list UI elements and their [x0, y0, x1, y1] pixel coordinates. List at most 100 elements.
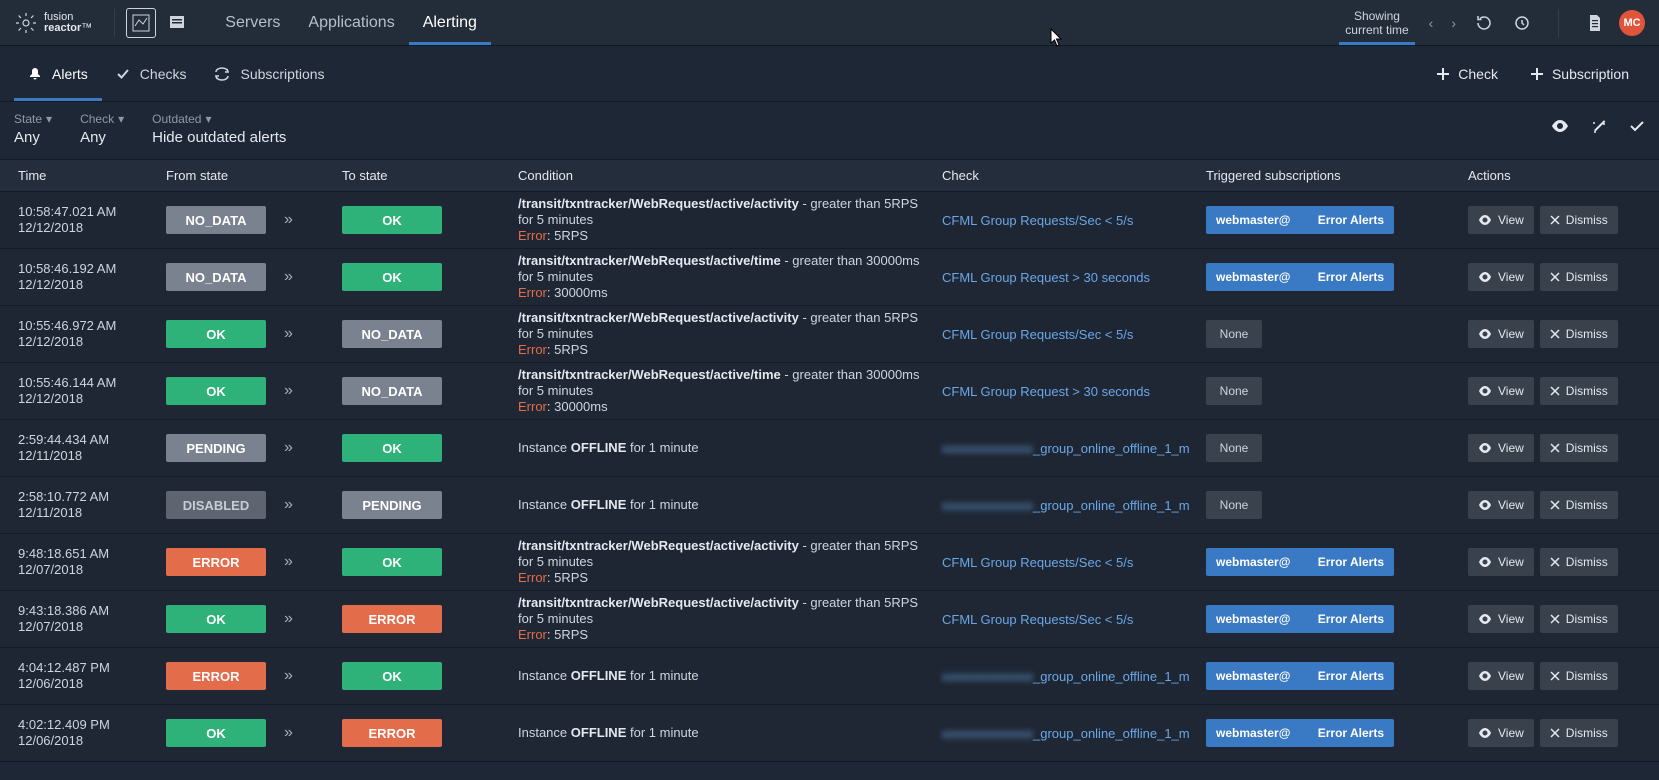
subscription-none: None	[1206, 377, 1262, 405]
table-row: 9:43:18.386 AM12/07/2018OK»ERROR/transit…	[0, 591, 1659, 648]
nav-alerting[interactable]: Alerting	[409, 0, 491, 45]
dismiss-button[interactable]: Dismiss	[1540, 206, 1618, 234]
dismiss-button[interactable]: Dismiss	[1540, 377, 1618, 405]
dismiss-button[interactable]: Dismiss	[1540, 320, 1618, 348]
arrow-icon: »	[284, 496, 293, 514]
check-link[interactable]: CFML Group Requests/Sec < 5/s	[942, 213, 1133, 228]
notes-icon[interactable]	[163, 9, 191, 37]
subtabs: Alerts Checks Subscriptions Check Subscr…	[0, 46, 1659, 102]
dashboard-icon[interactable]	[127, 9, 155, 37]
subtab-subscriptions[interactable]: Subscriptions	[200, 46, 338, 101]
state-badge: OK	[342, 662, 442, 690]
view-button[interactable]: View	[1468, 719, 1534, 747]
col-check[interactable]: Check	[936, 168, 1200, 183]
checkmark-icon[interactable]	[1629, 120, 1645, 136]
subtab-alerts[interactable]: Alerts	[14, 46, 102, 101]
logo[interactable]: fusionreactor™	[14, 11, 92, 35]
cell-check: xxxxxxxxxxxxxx_group_online_offline_1_m	[936, 726, 1200, 741]
dismiss-button[interactable]: Dismiss	[1540, 434, 1618, 462]
nav-applications[interactable]: Applications	[294, 0, 408, 45]
cell-time: 10:58:47.021 AM12/12/2018	[0, 204, 160, 236]
col-trig[interactable]: Triggered subscriptions	[1200, 168, 1462, 183]
check-link[interactable]: _group_online_offline_1_m	[1033, 726, 1190, 741]
cell-actions: View Dismiss	[1462, 662, 1652, 690]
col-time[interactable]: Time	[0, 168, 160, 183]
mouse-cursor	[1050, 28, 1064, 48]
divider	[1558, 9, 1559, 37]
state-badge: NO_DATA	[342, 377, 442, 405]
check-link[interactable]: CFML Group Requests/Sec < 5/s	[942, 612, 1133, 627]
subscription-pill[interactable]: webmaster@Error Alerts	[1206, 548, 1394, 576]
cell-condition: /transit/txntracker/WebRequest/active/ti…	[512, 367, 936, 415]
eye-icon	[1478, 557, 1492, 567]
dismiss-button[interactable]: Dismiss	[1540, 719, 1618, 747]
refresh-icon[interactable]	[1470, 9, 1498, 37]
cell-actions: View Dismiss	[1462, 320, 1652, 348]
col-cond[interactable]: Condition	[512, 168, 936, 183]
state-badge: OK	[342, 434, 442, 462]
plus-icon	[1436, 67, 1450, 81]
cell-condition: /transit/txntracker/WebRequest/active/ti…	[512, 253, 936, 301]
time-next[interactable]: ›	[1447, 11, 1460, 35]
cell-check: CFML Group Requests/Sec < 5/s	[936, 555, 1200, 570]
cell-time: 4:02:12.409 PM12/06/2018	[0, 717, 160, 749]
view-button[interactable]: View	[1468, 548, 1534, 576]
filter-check[interactable]: Check ▾ Any	[80, 112, 124, 146]
check-link[interactable]: CFML Group Requests/Sec < 5/s	[942, 327, 1133, 342]
time-prev[interactable]: ‹	[1425, 11, 1438, 35]
subscription-pill[interactable]: webmaster@Error Alerts	[1206, 719, 1394, 747]
subscription-none: None	[1206, 491, 1262, 519]
view-button[interactable]: View	[1468, 206, 1534, 234]
cell-time: 2:58:10.772 AM12/11/2018	[0, 489, 160, 521]
cell-to: OK	[336, 548, 512, 576]
cell-time: 4:04:12.487 PM12/06/2018	[0, 660, 160, 692]
check-link[interactable]: _group_online_offline_1_m	[1033, 498, 1190, 513]
check-link[interactable]: CFML Group Request > 30 seconds	[942, 270, 1150, 285]
cell-check: CFML Group Requests/Sec < 5/s	[936, 213, 1200, 228]
view-button[interactable]: View	[1468, 605, 1534, 633]
cell-actions: View Dismiss	[1462, 377, 1652, 405]
subscription-pill[interactable]: webmaster@Error Alerts	[1206, 662, 1394, 690]
check-link[interactable]: CFML Group Request > 30 seconds	[942, 384, 1150, 399]
arrow-icon: »	[284, 211, 293, 229]
col-from[interactable]: From state	[160, 168, 336, 183]
subscription-pill[interactable]: webmaster@Error Alerts	[1206, 605, 1394, 633]
view-button[interactable]: View	[1468, 263, 1534, 291]
add-check-button[interactable]: Check	[1420, 46, 1514, 101]
subscription-pill[interactable]: webmaster@Error Alerts	[1206, 263, 1394, 291]
nav-servers[interactable]: Servers	[211, 0, 294, 45]
document-icon[interactable]	[1581, 9, 1609, 37]
dismiss-button[interactable]: Dismiss	[1540, 548, 1618, 576]
wand-icon[interactable]	[1591, 120, 1607, 136]
view-button[interactable]: View	[1468, 320, 1534, 348]
filter-state[interactable]: State ▾ Any	[14, 112, 52, 146]
check-link[interactable]: CFML Group Requests/Sec < 5/s	[942, 555, 1133, 570]
view-button[interactable]: View	[1468, 434, 1534, 462]
dismiss-button[interactable]: Dismiss	[1540, 605, 1618, 633]
subscription-pill[interactable]: webmaster@Error Alerts	[1206, 206, 1394, 234]
add-subscription-button[interactable]: Subscription	[1514, 46, 1645, 101]
col-to[interactable]: To state	[336, 168, 512, 183]
check-link[interactable]: _group_online_offline_1_m	[1033, 669, 1190, 684]
arrow-icon: »	[284, 382, 293, 400]
close-icon	[1550, 614, 1560, 624]
state-badge: ERROR	[342, 719, 442, 747]
dismiss-button[interactable]: Dismiss	[1540, 491, 1618, 519]
time-range[interactable]: Showingcurrent time	[1339, 0, 1414, 45]
dismiss-button[interactable]: Dismiss	[1540, 263, 1618, 291]
clock-icon[interactable]	[1508, 9, 1536, 37]
cell-time: 10:55:46.144 AM12/12/2018	[0, 375, 160, 407]
bell-icon	[28, 67, 42, 81]
view-button[interactable]: View	[1468, 662, 1534, 690]
state-badge: NO_DATA	[166, 206, 266, 234]
filter-outdated[interactable]: Outdated ▾ Hide outdated alerts	[152, 112, 286, 146]
cell-from: OK»	[160, 605, 336, 633]
main-nav: Servers Applications Alerting	[211, 0, 491, 45]
view-button[interactable]: View	[1468, 491, 1534, 519]
avatar[interactable]: MC	[1619, 10, 1645, 36]
subtab-checks[interactable]: Checks	[102, 46, 201, 101]
view-button[interactable]: View	[1468, 377, 1534, 405]
check-link[interactable]: _group_online_offline_1_m	[1033, 441, 1190, 456]
dismiss-button[interactable]: Dismiss	[1540, 662, 1618, 690]
eye-icon[interactable]	[1551, 120, 1569, 136]
